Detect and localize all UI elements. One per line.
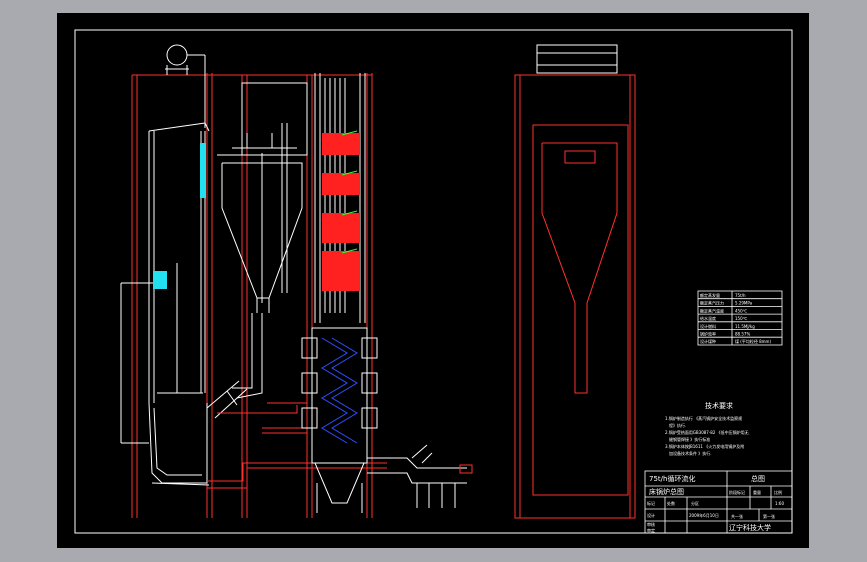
front-elevation	[120, 44, 473, 518]
spec-table-text: 额定蒸发量 75t/h 额定蒸汽压力 5.29MPa 额定蒸汽温度 450℃ 给…	[700, 292, 771, 344]
drawing-title-line2: 床锅炉总图	[649, 487, 684, 496]
tech-req-line-0: 1.锅炉制造执行 《蒸汽锅炉安全技术监察规	[665, 415, 742, 421]
scale-header: 比例	[774, 489, 782, 495]
tb-row-0-col-0: 标记	[647, 500, 655, 506]
spec-row-0-value: 75t/h	[735, 293, 746, 298]
spec-row-2-value: 450℃	[735, 308, 748, 313]
tech-req-heading: 技术要求	[705, 401, 733, 410]
preheater-tubes	[321, 337, 358, 444]
spec-row-4-label: 设计燃料	[700, 323, 716, 329]
tb-row-1-col-0: 设计	[647, 512, 655, 518]
drawing-mark: 总图	[751, 474, 765, 483]
school-name: 辽宁科技大学	[729, 523, 771, 532]
scale-value: 1:60	[775, 501, 784, 506]
spec-row-1-label: 额定蒸汽压力	[700, 300, 724, 306]
spec-row-6-value: 煤 (平均粒径 8mm)	[735, 338, 771, 344]
side-elevation	[514, 44, 636, 519]
furnace-walls	[120, 122, 210, 486]
spec-row-6-label: 设计煤种	[700, 338, 716, 344]
air-preheater	[301, 327, 378, 513]
boiler-assembly-drawing: 额定蒸发量 75t/h 额定蒸汽压力 5.29MPa 额定蒸汽温度 450℃ 给…	[74, 29, 793, 534]
induced-fan-icon	[165, 44, 206, 128]
weight-header: 重量	[753, 489, 761, 495]
tech-req-line-1: 程》执行.	[669, 422, 686, 428]
tb-row-2-col-0: 审核	[647, 521, 655, 527]
water-wall-panel	[200, 143, 206, 198]
drawing-frame	[74, 29, 793, 534]
spec-row-0-label: 额定蒸发量	[700, 292, 720, 298]
spec-row-3-label: 给水温度	[700, 315, 716, 321]
tech-req-line-4: 3.锅炉本体按JB1611 《火力发电用锅炉及附	[665, 443, 744, 449]
tb-row-3-col-0: 审定	[647, 527, 655, 533]
spec-row-5-label: 锅炉效率	[700, 331, 716, 337]
side-frame	[514, 74, 636, 519]
flue-outlet	[367, 444, 467, 508]
tb-row-1-col-2: 2009年6月10日	[689, 512, 719, 518]
side-fan-icon	[536, 44, 618, 74]
title-block: 75t/h循环流化 床锅炉总图 总图 阶段标记 重量 比例 1:60 共一张 第…	[647, 474, 784, 533]
drawing-title-line1: 75t/h循环流化	[649, 474, 695, 483]
tech-req-line-3: 缝钢管焊接 》执行标准	[669, 436, 710, 442]
tech-req-line-2: 2.锅炉受热面用GB3087-82 《低中压锅炉用无	[665, 429, 749, 435]
stage-mark-header: 阶段标记	[729, 489, 745, 495]
cyclone-separator	[217, 82, 308, 313]
air-ducts	[207, 402, 387, 489]
loop-seal	[206, 313, 263, 419]
feed-port-panel	[153, 271, 167, 289]
tb-row-0-col-2: 分区	[691, 500, 699, 506]
technical-requirements: 技术要求 1.锅炉制造执行 《蒸汽锅炉安全技术监察规 程》执行. 2.锅炉受热面…	[665, 401, 749, 456]
spec-row-4-value: 11.5MJ/kg	[735, 324, 755, 329]
spec-row-2-label: 额定蒸汽温度	[700, 307, 724, 313]
tech-req-line-5: 加设备技术条件 》执行.	[669, 450, 712, 456]
spec-row-5-value: 88.57%	[735, 332, 750, 337]
tb-row-0-col-1: 处数	[667, 500, 675, 506]
spec-row-1-value: 5.29MPa	[735, 301, 753, 306]
spec-row-3-value: 150℃	[735, 316, 748, 321]
sheet-total: 共一张	[731, 513, 743, 519]
drawing-sheet: 额定蒸发量 75t/h 额定蒸汽压力 5.29MPa 额定蒸汽温度 450℃ 给…	[57, 13, 809, 548]
damper	[459, 464, 473, 474]
sheet-number: 第一张	[763, 513, 775, 519]
